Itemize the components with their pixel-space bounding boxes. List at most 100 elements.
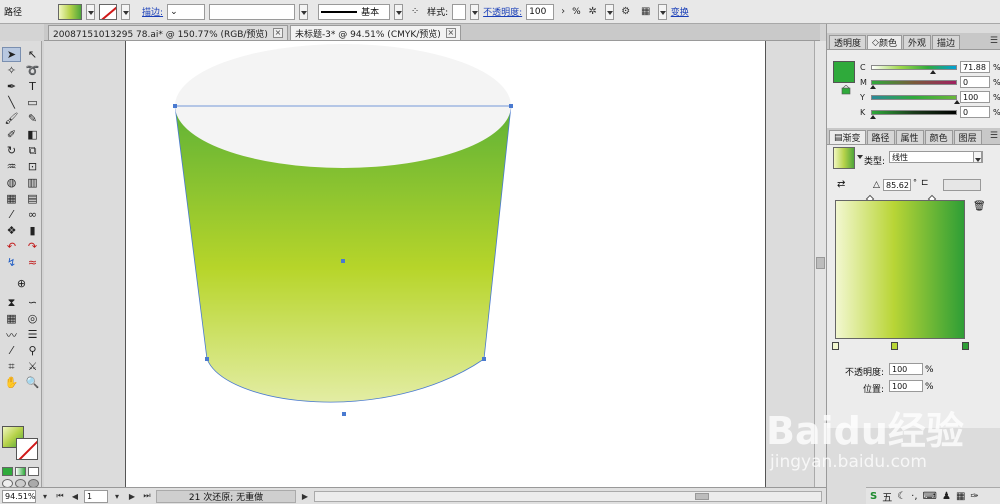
out-of-gamut-icon[interactable] xyxy=(841,84,851,95)
horizontal-scrollbar[interactable] xyxy=(314,490,822,502)
stroke-dropdown[interactable] xyxy=(121,3,131,20)
direct-selection-tool-icon[interactable]: ↖ xyxy=(23,47,42,62)
stop-opacity-input[interactable]: 100 xyxy=(889,363,923,375)
zoom-field[interactable]: 94.51% xyxy=(2,489,36,503)
slider-marker[interactable] xyxy=(954,99,960,104)
channel-slider[interactable] xyxy=(871,94,960,104)
shape-builder-tool-icon[interactable]: ◍ xyxy=(2,175,21,190)
gradient-mode-icon[interactable] xyxy=(15,467,26,476)
column-graph-tool-icon[interactable]: ▮ xyxy=(23,223,42,238)
brush-dropdown[interactable] xyxy=(394,3,404,20)
align-dropdown[interactable] xyxy=(657,3,667,20)
tab-gradient[interactable]: ▤ 渐变 xyxy=(829,130,866,144)
symbol-sprayer-tool-icon[interactable]: ❖ xyxy=(2,223,21,238)
wave-tool-icon[interactable]: ≈ xyxy=(23,255,42,270)
reverse-gradient-icon[interactable]: ⇄ xyxy=(837,179,845,190)
vertical-scrollbar[interactable] xyxy=(814,41,826,487)
panel-menu-icon[interactable]: ☰ xyxy=(990,131,998,141)
center-point[interactable] xyxy=(341,259,345,263)
tab-stroke[interactable]: 描边 xyxy=(931,35,960,49)
tab-attributes[interactable]: 属性 xyxy=(895,130,924,144)
gradient-thumbnail-dropdown[interactable] xyxy=(856,149,863,161)
lasso-tool-icon[interactable]: ➰ xyxy=(23,63,42,78)
tab-color-2[interactable]: 颜色 xyxy=(924,130,953,144)
angle-input[interactable]: 85.62 xyxy=(883,179,911,191)
prev-page-icon[interactable]: ◀ xyxy=(69,490,81,503)
fill-stroke-widget[interactable] xyxy=(2,426,40,460)
gradient-stop[interactable] xyxy=(962,342,969,350)
warp-tool-icon[interactable]: ♒ xyxy=(2,159,21,174)
punctuation-icon[interactable]: ·, xyxy=(911,491,917,502)
channel-value[interactable]: 0 xyxy=(960,106,990,118)
stroke-swatch[interactable] xyxy=(99,3,118,20)
blob-brush-tool-icon[interactable]: ✐ xyxy=(2,127,21,142)
gradient-type-dropdown[interactable] xyxy=(973,151,982,163)
slider-marker[interactable] xyxy=(870,84,876,89)
curve-tool-icon[interactable]: ↶ xyxy=(2,239,21,254)
slider-marker[interactable] xyxy=(930,69,937,74)
status-menu-icon[interactable]: ▶ xyxy=(299,490,311,503)
perspective-grid-tool-icon[interactable]: ▥ xyxy=(23,175,42,190)
channel-slider[interactable] xyxy=(870,109,957,119)
zoom-tool-icon[interactable]: 🔍 xyxy=(23,375,42,390)
page-dropdown-icon[interactable]: ▾ xyxy=(111,490,123,503)
opacity-arrow-icon[interactable]: › xyxy=(558,4,568,20)
variable-width-field[interactable] xyxy=(209,3,296,20)
transform-link[interactable]: 变换 xyxy=(671,5,689,18)
smooth-tool-icon[interactable]: ↷ xyxy=(23,239,42,254)
channel-slider[interactable] xyxy=(871,64,957,74)
artboard-tool-icon[interactable]: ⌗ xyxy=(2,359,21,374)
style-swatch[interactable] xyxy=(452,3,467,20)
rectangle-tool-icon[interactable]: ▭ xyxy=(23,95,42,110)
settings-icon[interactable]: ▦ xyxy=(956,491,965,502)
cup-artwork[interactable] xyxy=(126,41,767,487)
stroke-weight-field[interactable]: ⌄ xyxy=(167,3,206,20)
path-tool-icon[interactable]: ↯ xyxy=(2,255,21,270)
tab-document-1[interactable]: 20087151013295 78.ai* @ 150.77% (RGB/预览)… xyxy=(48,25,288,40)
gradient-type-select[interactable]: 线性 xyxy=(889,151,983,163)
fill-dropdown[interactable] xyxy=(86,3,96,20)
slice-tool-icon[interactable]: ⚔ xyxy=(23,359,42,374)
brush-tool-icon[interactable]: ⚲ xyxy=(23,343,42,358)
rotate-tool-icon[interactable]: ↻ xyxy=(2,143,21,158)
zoom-dropdown-icon[interactable]: ▾ xyxy=(39,490,51,503)
page-field[interactable]: 1 xyxy=(84,489,108,503)
next-page-icon[interactable]: ▶ xyxy=(126,490,138,503)
first-page-icon[interactable]: ⏮ xyxy=(54,490,66,503)
stroke-link[interactable]: 描边: xyxy=(142,5,163,18)
gradient-tool-icon[interactable]: ▤ xyxy=(23,191,42,206)
anchor-point[interactable] xyxy=(173,104,177,108)
pipette-tool-icon[interactable]: ⁄ xyxy=(2,343,21,358)
panel-menu-icon[interactable]: ☰ xyxy=(990,36,998,46)
tab-color[interactable]: ◇ 颜色 xyxy=(867,35,902,49)
envelope-tool-icon[interactable]: ⧗ xyxy=(2,295,21,310)
anchor-point[interactable] xyxy=(342,412,346,416)
aspect-ratio-input[interactable] xyxy=(943,179,981,191)
anchor-point[interactable] xyxy=(509,104,513,108)
sogou-icon[interactable]: S xyxy=(870,491,877,502)
anchor-point[interactable] xyxy=(205,357,209,361)
anchor-point[interactable] xyxy=(482,357,486,361)
tab-layers[interactable]: 图层 xyxy=(953,130,982,144)
moon-icon[interactable]: ☾ xyxy=(897,491,906,502)
selection-tool-icon[interactable]: ➤ xyxy=(2,47,21,62)
wavy-line-tool-icon[interactable]: 〰 xyxy=(2,327,21,342)
pencil-tool-icon[interactable]: ✎ xyxy=(23,111,42,126)
stop-location-input[interactable]: 100 xyxy=(889,380,923,392)
magic-wand-tool-icon[interactable]: ✧ xyxy=(2,63,21,78)
scale-tool-icon[interactable]: ⧉ xyxy=(23,143,42,158)
opacity-link[interactable]: 不透明度: xyxy=(483,5,522,18)
brush-definition-field[interactable]: 基本 xyxy=(318,3,391,20)
type-tool-icon[interactable]: T xyxy=(23,79,42,94)
list-tool-icon[interactable]: ☰ xyxy=(23,327,42,342)
tab-document-2[interactable]: 未标题-3* @ 94.51% (CMYK/预览) × xyxy=(289,25,461,40)
user-icon[interactable]: ♟ xyxy=(942,491,951,502)
channel-value[interactable]: 0 xyxy=(960,76,990,88)
ime-mode[interactable]: 五 xyxy=(882,489,892,504)
current-fill-swatch[interactable] xyxy=(833,61,855,83)
settings-icon[interactable]: ⚙ xyxy=(618,4,634,20)
recolor-dropdown[interactable] xyxy=(604,3,614,20)
close-icon[interactable]: × xyxy=(272,28,283,38)
eyedropper-tool-icon[interactable]: ⁄ xyxy=(2,207,21,222)
ribbon-tool-icon[interactable]: ∽ xyxy=(23,295,42,310)
